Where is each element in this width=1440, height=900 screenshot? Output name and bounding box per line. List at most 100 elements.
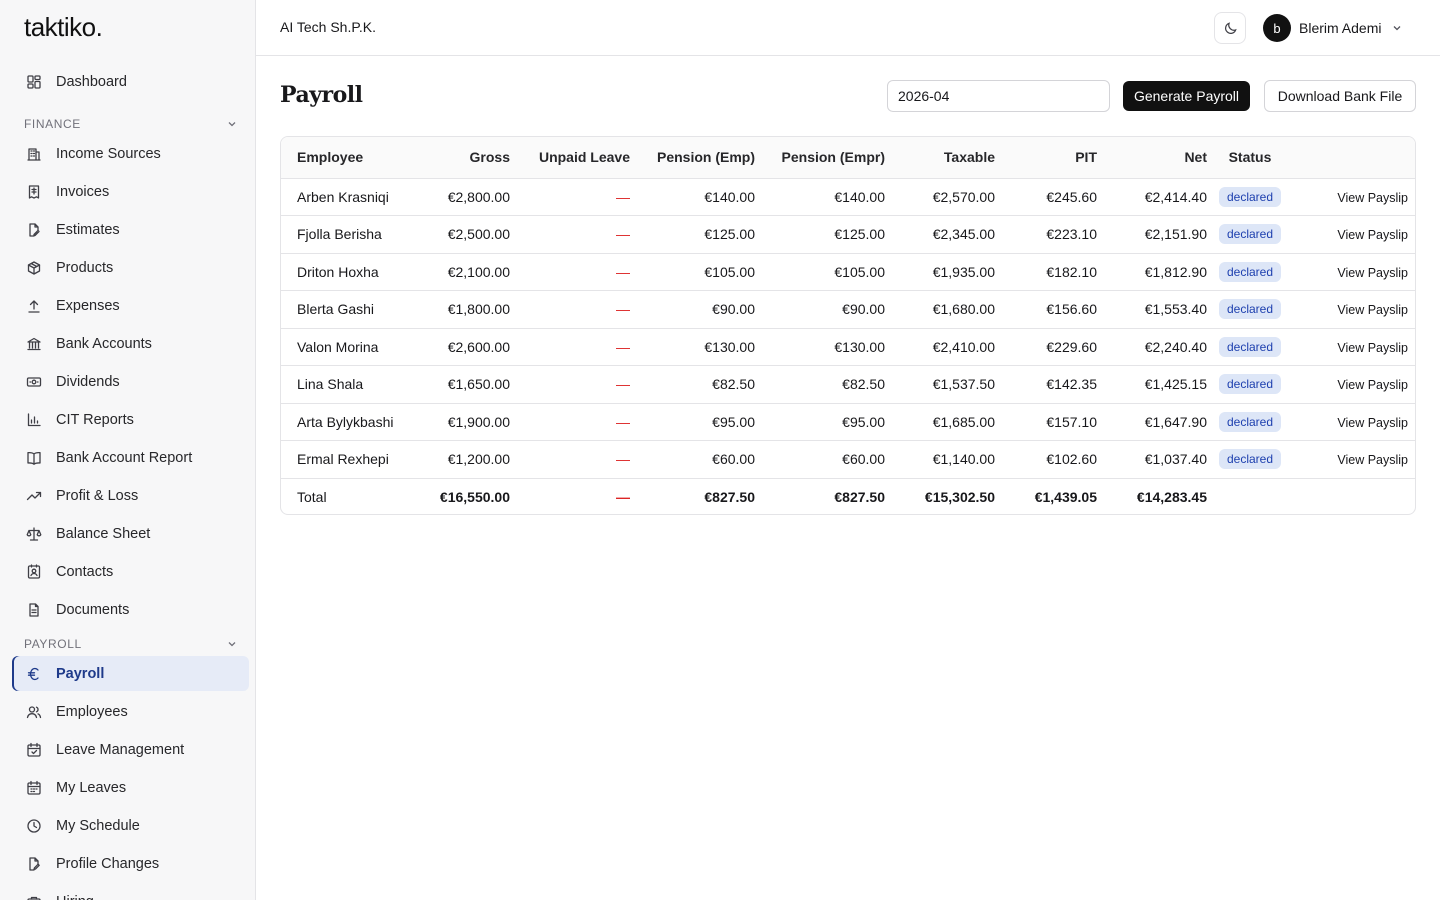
status-badge: declared — [1218, 186, 1282, 207]
employee-name: Arben Krasniqi — [281, 178, 417, 216]
cell-gross: €2,800.00 — [417, 178, 510, 216]
col-unpaid-leave[interactable]: Unpaid Leave — [510, 137, 630, 179]
sidebar-item-label: Dividends — [56, 373, 120, 390]
cell-gross: €2,600.00 — [417, 328, 510, 366]
view-payslip-link[interactable]: View Payslip — [1337, 228, 1408, 242]
sidebar-item-my-schedule[interactable]: My Schedule — [12, 808, 249, 843]
cell-pension-empr: €90.00 — [755, 290, 885, 329]
cell-pension-emp: €130.00 — [630, 328, 755, 366]
sidebar-item-estimates[interactable]: Estimates — [12, 212, 249, 247]
avatar: b — [1263, 14, 1291, 42]
sidebar-item-label: Invoices — [56, 183, 110, 200]
sidebar-item-my-leaves[interactable]: My Leaves — [12, 770, 249, 805]
cell-net: €1,425.15 — [1097, 365, 1207, 404]
sidebar-item-employees[interactable]: Employees — [12, 694, 249, 729]
col-pension-empr[interactable]: Pension (Empr) — [755, 137, 885, 179]
view-payslip-link[interactable]: View Payslip — [1337, 378, 1408, 392]
sidebar-item-label: CIT Reports — [56, 411, 134, 428]
sidebar-item-documents[interactable]: Documents — [12, 592, 249, 627]
cell-gross: €1,650.00 — [417, 365, 510, 404]
table-header-row: Employee Gross Unpaid Leave Pension (Emp… — [281, 137, 1415, 179]
status-badge: declared — [1218, 261, 1282, 282]
view-payslip-link[interactable]: View Payslip — [1337, 416, 1408, 430]
finance-section-label: FINANCE — [24, 117, 81, 131]
col-actions — [1293, 137, 1415, 179]
sidebar-item-label: My Leaves — [56, 779, 127, 796]
col-employee[interactable]: Employee — [281, 137, 417, 179]
sidebar-item-hiring[interactable]: Hiring — [12, 884, 249, 900]
sidebar-item-label: Estimates — [56, 221, 120, 238]
sidebar-item-expenses[interactable]: Expenses — [12, 288, 249, 323]
sidebar-item-dividends[interactable]: Dividends — [12, 364, 249, 399]
cell-status: declared — [1207, 290, 1293, 329]
banknote-icon — [26, 374, 42, 390]
sidebar-item-label: Bank Account Report — [56, 449, 193, 466]
cell-pension-emp: €90.00 — [630, 290, 755, 329]
cell-net: €2,151.90 — [1097, 215, 1207, 254]
employee-name: Valon Morina — [281, 328, 417, 366]
cell-actions: View Payslip — [1293, 440, 1415, 479]
cell-actions: View Payslip — [1293, 215, 1415, 254]
sidebar-item-bank-accounts[interactable]: Bank Accounts — [12, 326, 249, 361]
sidebar-item-label: Contacts — [56, 563, 114, 580]
cell-net: €1,812.90 — [1097, 253, 1207, 291]
sidebar-item-leave-management[interactable]: Leave Management — [12, 732, 249, 767]
sidebar-item-label: Employees — [56, 703, 128, 720]
month-input[interactable] — [887, 80, 1110, 112]
clock-icon — [26, 818, 42, 834]
sidebar-item-contacts[interactable]: Contacts — [12, 554, 249, 589]
payroll-section-label: PAYROLL — [24, 637, 82, 651]
sidebar-item-profit-loss[interactable]: Profit & Loss — [12, 478, 249, 513]
col-pension-emp[interactable]: Pension (Emp) — [630, 137, 755, 179]
chevron-down-icon — [1394, 26, 1401, 31]
view-payslip-link[interactable]: View Payslip — [1337, 453, 1408, 467]
view-payslip-link[interactable]: View Payslip — [1337, 341, 1408, 355]
total-net: €14,283.45 — [1136, 488, 1207, 505]
sidebar-item-invoices[interactable]: Invoices — [12, 174, 249, 209]
cell-pit: €157.10 — [995, 403, 1097, 441]
generate-payroll-button[interactable]: Generate Payroll — [1123, 81, 1250, 111]
cell-pension-emp: €105.00 — [630, 253, 755, 291]
receipt-icon — [26, 184, 42, 200]
sidebar-item-income-sources[interactable]: Income Sources — [12, 136, 249, 171]
finance-section-header[interactable]: FINANCE — [24, 117, 238, 131]
total-pit: €1,439.05 — [1034, 488, 1097, 505]
bank-icon — [26, 336, 42, 352]
employee-name: Driton Hoxha — [281, 253, 417, 291]
table-row: Fjolla Berisha €2,500.00— €125.00 €125.00 €2… — [281, 215, 1415, 254]
cell-pit: €223.10 — [995, 215, 1097, 254]
sidebar-item-payroll[interactable]: Payroll — [12, 656, 249, 691]
download-bank-file-button[interactable]: Download Bank File — [1264, 80, 1416, 112]
sidebar-item-products[interactable]: Products — [12, 250, 249, 285]
topbar: AI Tech Sh.P.K. b Blerim Ademi — [256, 0, 1440, 56]
col-status[interactable]: Status — [1207, 137, 1293, 179]
cell-net: €1,553.40 — [1097, 290, 1207, 329]
theme-toggle-button[interactable] — [1214, 12, 1246, 44]
view-payslip-link[interactable]: View Payslip — [1337, 266, 1408, 280]
col-net[interactable]: Net — [1097, 137, 1207, 179]
sidebar-item-dashboard[interactable]: Dashboard — [12, 64, 249, 99]
sidebar-item-profile-changes[interactable]: Profile Changes — [12, 846, 249, 881]
col-gross[interactable]: Gross — [417, 137, 510, 179]
sidebar-item-cit-reports[interactable]: CIT Reports — [12, 402, 249, 437]
app-logo[interactable]: taktiko. — [24, 12, 103, 43]
chevron-down-icon — [228, 642, 236, 647]
view-payslip-link[interactable]: View Payslip — [1337, 303, 1408, 317]
sidebar-item-balance-sheet[interactable]: Balance Sheet — [12, 516, 249, 551]
col-pit[interactable]: PIT — [995, 137, 1097, 179]
user-menu[interactable]: b Blerim Ademi — [1263, 14, 1403, 42]
table-total-row: Total €16,550.00 — €827.50 €827.50 €15,3… — [281, 478, 1415, 514]
cell-pit: €245.60 — [995, 178, 1097, 216]
building-icon — [26, 146, 42, 162]
status-badge: declared — [1218, 299, 1282, 320]
status-badge: declared — [1218, 411, 1282, 432]
view-payslip-link[interactable]: View Payslip — [1337, 191, 1408, 205]
total-unpaid-leave: — — [616, 488, 630, 505]
user-name: Blerim Ademi — [1299, 20, 1382, 36]
cell-actions: View Payslip — [1293, 178, 1415, 216]
col-taxable[interactable]: Taxable — [885, 137, 995, 179]
payroll-section-header[interactable]: PAYROLL — [24, 637, 238, 651]
sidebar-item-bank-account-report[interactable]: Bank Account Report — [12, 440, 249, 475]
page-title: Payroll — [280, 82, 363, 108]
sidebar-item-label: My Schedule — [56, 817, 140, 834]
